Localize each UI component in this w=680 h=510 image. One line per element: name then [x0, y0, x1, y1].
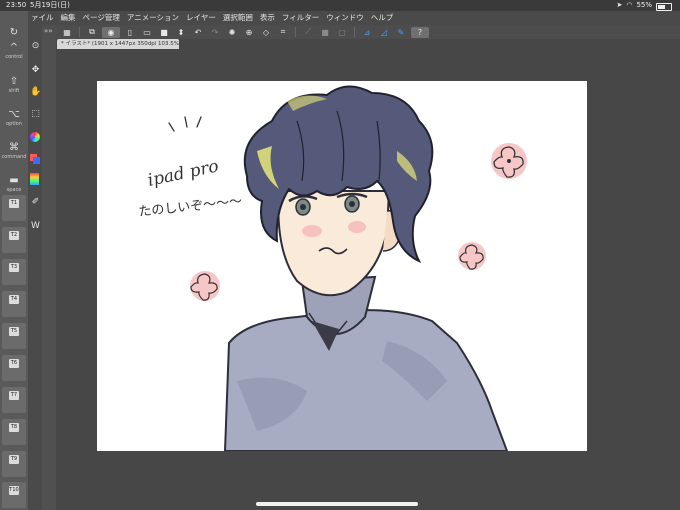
drawing-canvas[interactable]: ipad pro たのしいぞ〜〜〜 — [97, 81, 587, 451]
zoom-icon[interactable]: ⊙ — [30, 41, 41, 52]
edge-keyboard-panel: ↻ ^ control ⇧ shift ⌥ option ⌘ command ▬… — [0, 11, 28, 510]
layer-icon[interactable]: W — [30, 221, 41, 232]
hand-icon[interactable]: ✋ — [30, 87, 41, 98]
snap-icon[interactable]: ◿ — [377, 27, 391, 38]
menu-view[interactable]: 表示 — [260, 11, 275, 25]
battery-percent: 55% — [636, 1, 652, 9]
menu-animation[interactable]: アニメーション — [127, 11, 179, 25]
fill-icon[interactable]: ⟋ — [301, 27, 315, 38]
shortcut-slot-10[interactable]: T10 — [2, 482, 26, 508]
battery-fill — [658, 4, 665, 9]
flower-middle-right — [458, 242, 486, 270]
shortcut-slot-8[interactable]: T8 — [2, 419, 26, 445]
status-bar: 23:50 5月19日(日) ➤ ◠ 55% — [0, 0, 680, 11]
palette-strip — [42, 25, 56, 510]
redo-icon[interactable]: ↷ — [208, 27, 222, 38]
shortcut-slot-3[interactable]: T3 — [2, 259, 26, 285]
frame-icon[interactable]: ▢ — [335, 27, 349, 38]
expand-panel-icon[interactable]: »» — [44, 27, 53, 35]
status-time: 23:50 — [6, 1, 27, 9]
command-bar: ▦ ⧉ ◉ ▯ ▭ ■ ⬍ ↶ ↷ ✺ ⊕ ◇ ⌗ ⟋ ■ ▢ ⊿ ◿ ✎ ? — [56, 25, 680, 39]
flower-left — [190, 271, 220, 301]
status-date: 5月19日(日) — [30, 1, 70, 9]
option-key[interactable]: ⌥ option — [2, 100, 26, 128]
wifi-icon: ◠ — [626, 1, 633, 9]
square-icon[interactable]: ■ — [157, 27, 171, 38]
document-icon[interactable]: ▯ — [123, 27, 137, 38]
gray-square-icon[interactable]: ■ — [318, 27, 332, 38]
shortcut-slot-2[interactable]: T2 — [2, 227, 26, 253]
space-icon: ▬ — [9, 175, 19, 186]
shortcut-slot-4[interactable]: T4 — [2, 291, 26, 317]
menu-selection[interactable]: 選択範囲 — [223, 11, 253, 25]
document-tab[interactable]: * イラスト* (1901 x 1447px 350dpi 103.5%) — [57, 39, 179, 49]
menu-page[interactable]: ページ管理 — [83, 11, 120, 25]
pen-icon[interactable]: ✎ — [394, 27, 408, 38]
flower-top-right — [491, 143, 527, 179]
menu-help[interactable]: ヘルプ — [371, 11, 394, 25]
new-file-icon[interactable]: ⧉ — [85, 27, 99, 38]
divider — [295, 27, 296, 37]
menu-layer[interactable]: レイヤー — [186, 11, 216, 25]
status-right: ➤ ◠ 55% — [616, 0, 672, 11]
home-indicator[interactable] — [256, 502, 418, 506]
command-key[interactable]: ⌘ command — [2, 133, 27, 161]
control-key[interactable]: ^ control — [2, 33, 26, 61]
loading-icon[interactable]: ✺ — [225, 27, 239, 38]
eye-icon[interactable]: ◉ — [102, 26, 120, 38]
undo-icon[interactable]: ↶ — [191, 27, 205, 38]
shortcut-slot-7[interactable]: T7 — [2, 387, 26, 413]
command-icon: ⌘ — [9, 142, 19, 153]
handwriting-tanoshii: たのしいぞ〜〜〜 — [138, 194, 243, 220]
illustration: ipad pro たのしいぞ〜〜〜 — [138, 85, 527, 451]
handwriting-ipad-pro: ipad pro — [146, 156, 221, 191]
divider — [79, 27, 80, 37]
crop-icon[interactable]: ⌗ — [276, 27, 290, 38]
folder-icon[interactable]: ▭ — [140, 27, 154, 38]
shift-icon: ⇧ — [9, 76, 19, 87]
character-illustration — [223, 85, 509, 451]
grid-icon[interactable]: ▦ — [60, 27, 74, 38]
battery-icon — [656, 2, 672, 11]
brush-icon[interactable]: ✐ — [30, 197, 41, 208]
shortcut-slot-1[interactable]: T1 — [2, 195, 26, 221]
location-icon: ➤ — [616, 1, 623, 9]
ruler-icon[interactable]: ⊿ — [360, 27, 374, 38]
color-wheel-icon[interactable] — [30, 132, 40, 142]
menu-edit[interactable]: 編集 — [61, 11, 76, 25]
sparkle-lines — [168, 116, 202, 132]
eraser-icon[interactable]: ◇ — [259, 27, 273, 38]
space-key[interactable]: ▬ space — [2, 166, 26, 194]
menu-window[interactable]: ウィンドウ — [326, 11, 364, 25]
sub-color-swatch[interactable] — [33, 157, 40, 164]
menu-filter[interactable]: フィルター — [282, 11, 319, 25]
shift-key[interactable]: ⇧ shift — [2, 67, 26, 95]
move-icon[interactable]: ✥ — [30, 65, 41, 76]
option-icon: ⌥ — [8, 109, 20, 120]
shortcut-slot-9[interactable]: T9 — [2, 451, 26, 477]
divider — [354, 27, 355, 37]
help-button[interactable]: ? — [411, 26, 429, 38]
shortcut-slot-6[interactable]: T6 — [2, 355, 26, 381]
menu-file[interactable]: ァイル — [31, 11, 54, 25]
selection-icon[interactable]: ⬚ — [30, 109, 41, 120]
menu-bar: ァイル 編集 ページ管理 アニメーション レイヤー 選択範囲 表示 フィルター … — [28, 11, 680, 25]
tool-palette: ⊙ ✥ ✋ ⬚ ✐ W — [28, 25, 42, 510]
shortcut-slot-5[interactable]: T5 — [2, 323, 26, 349]
color-set-icon[interactable] — [30, 173, 39, 185]
control-icon: ^ — [9, 42, 19, 53]
transform-icon[interactable]: ⊕ — [242, 27, 256, 38]
stepper-icon[interactable]: ⬍ — [174, 27, 188, 38]
